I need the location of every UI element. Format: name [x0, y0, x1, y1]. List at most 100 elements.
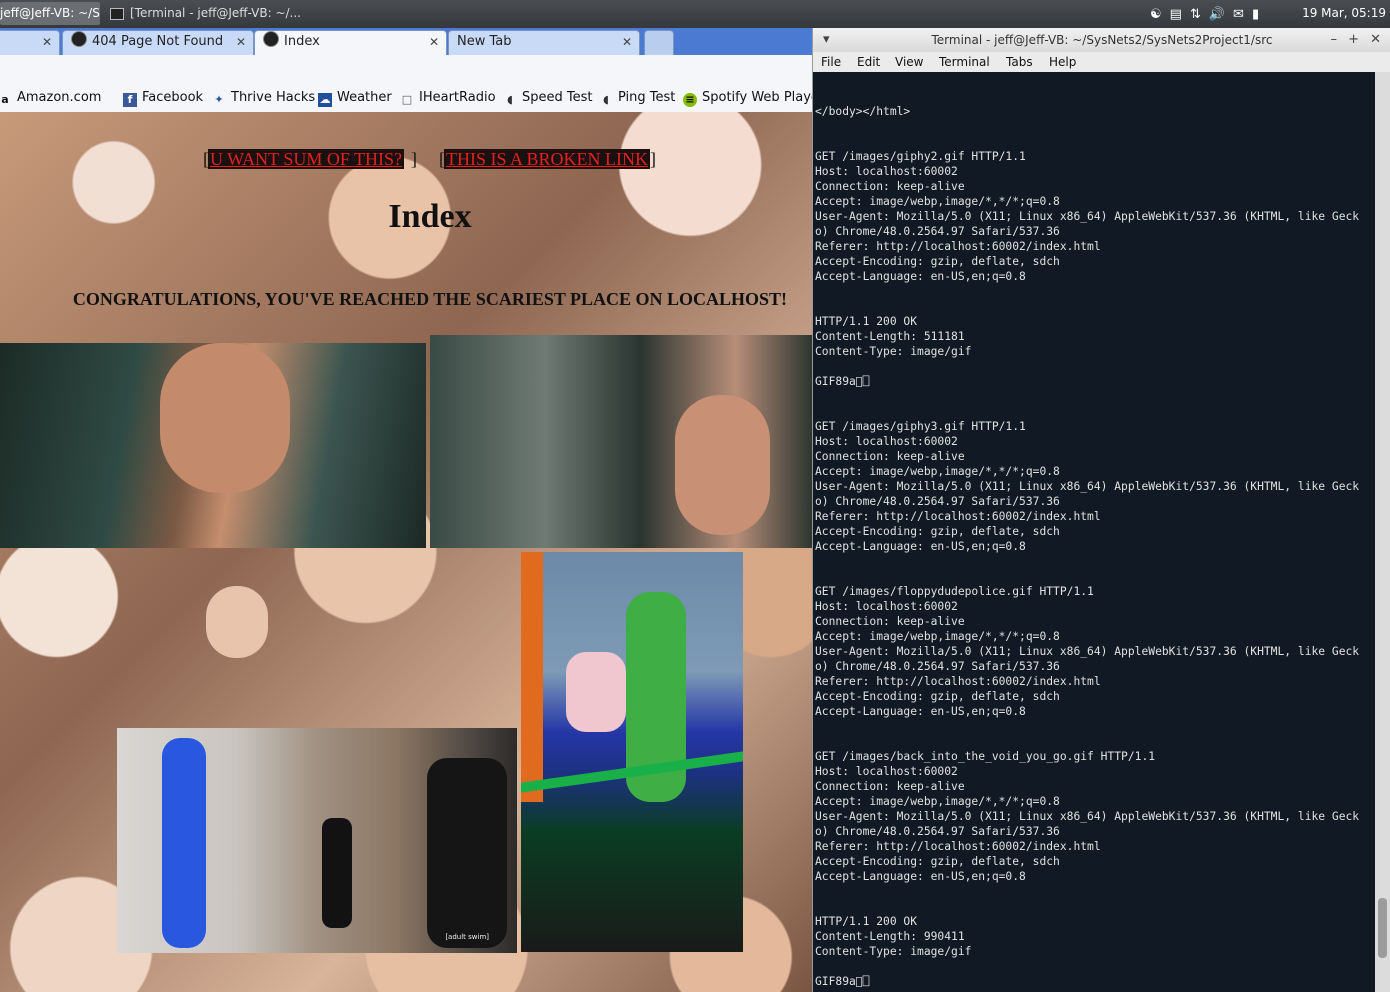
terminal-line: Accept-Encoding: gzip, deflate, sdch: [815, 255, 1060, 268]
thrive-icon: ✦: [214, 93, 224, 106]
facebook-icon: f: [123, 93, 137, 107]
taskbar-item-label: [Terminal - jeff@Jeff-VB: ~/...: [130, 6, 301, 20]
scrollbar-thumb[interactable]: [1378, 898, 1387, 958]
terminal-menubar: File Edit View Terminal Tabs Help: [813, 52, 1390, 72]
bookmark-label: Ping Test: [618, 90, 676, 105]
gauge-icon: ◖: [507, 93, 513, 106]
new-tab-button[interactable]: [644, 30, 674, 55]
gif-watermark: [adult swim]: [445, 933, 489, 941]
tab-label: Index: [284, 34, 320, 49]
terminal-line: GET /images/floppydudepolice.gif HTTP/1.…: [815, 585, 1094, 598]
maximize-icon[interactable]: +: [1348, 28, 1359, 52]
terminal-scrollbar[interactable]: [1375, 72, 1390, 992]
gauge-icon: ◖: [603, 93, 609, 106]
terminal-line: User-Agent: Mozilla/5.0 (X11; Linux x86_…: [815, 210, 1360, 223]
terminal-line: Content-Length: 990411: [815, 930, 965, 943]
bookmark-label: Spotify Web Player: [702, 90, 812, 105]
menu-tabs[interactable]: Tabs: [1006, 52, 1033, 72]
browser-window: ✕ 404 Page Not Found ✕ Index ✕ New Tab ✕…: [0, 28, 812, 992]
tab-partial[interactable]: ✕: [0, 30, 60, 55]
tab-strip: ✕ 404 Page Not Found ✕ Index ✕ New Tab ✕: [0, 28, 812, 55]
close-icon[interactable]: ✕: [236, 31, 246, 53]
bookmark-spotify[interactable]: ≡ Spotify Web Player: [683, 89, 812, 107]
gif-image-floppy-dude-police: [adult swim]: [117, 728, 517, 953]
tab-new[interactable]: New Tab ✕: [448, 30, 640, 55]
link-broken[interactable]: THIS IS A BROKEN LINK: [444, 149, 651, 169]
tube-man-shape: [162, 738, 206, 948]
terminal-line: Accept-Encoding: gzip, deflate, sdch: [815, 855, 1060, 868]
page-links: [ U WANT SUM OF THIS? ] [ THIS IS A BROK…: [0, 149, 812, 171]
terminal-line: GIF89a ⎕: [815, 975, 870, 988]
terminal-line: </body></html>: [815, 105, 911, 118]
terminal-line: Host: localhost:60002: [815, 165, 958, 178]
terminal-line: Connection: keep-alive: [815, 450, 965, 463]
terminal-line: Connection: keep-alive: [815, 180, 965, 193]
terminal-line: o) Chrome/48.0.2564.97 Safari/537.36: [815, 660, 1060, 673]
terminal-line: Accept-Encoding: gzip, deflate, sdch: [815, 525, 1060, 538]
tab-404[interactable]: 404 Page Not Found ✕: [62, 30, 254, 55]
tab-label: 404 Page Not Found: [92, 34, 224, 49]
link-u-want-sum[interactable]: U WANT SUM OF THIS?: [208, 149, 405, 169]
terminal-line: Host: localhost:60002: [815, 600, 958, 613]
bookmarks-bar: a Amazon.com f Facebook ✦ Thrive Hacks ☁ Wea…: [0, 85, 812, 113]
battery-icon[interactable]: ▮: [1252, 7, 1259, 22]
face-shape: [675, 395, 770, 535]
gif-image-trampoline-kids: [521, 552, 743, 952]
system-monitor-icon[interactable]: ▤: [1170, 7, 1182, 22]
bookmark-iheartradio[interactable]: □ IHeartRadio: [400, 89, 496, 107]
terminal-line: Connection: keep-alive: [815, 780, 965, 793]
terminal-line: Accept: image/webp,image/*,*/*;q=0.8: [815, 630, 1060, 643]
gif-image-grinning-man: [0, 343, 426, 548]
bookmark-weather[interactable]: ☁ Weather: [318, 89, 392, 107]
bookmark-speed-test[interactable]: ◖ Speed Test: [503, 89, 592, 107]
menu-help[interactable]: Help: [1049, 52, 1076, 72]
menu-view[interactable]: View: [895, 52, 923, 72]
terminal-line: Referer: http://localhost:60002/index.ht…: [815, 240, 1101, 253]
terminal-line: Referer: http://localhost:60002/index.ht…: [815, 510, 1101, 523]
update-icon[interactable]: ☯: [1150, 7, 1162, 22]
terminal-line: Accept: image/webp,image/*,*/*;q=0.8: [815, 195, 1060, 208]
volume-icon[interactable]: 🔊: [1209, 7, 1225, 22]
terminal-line: Accept-Encoding: gzip, deflate, sdch: [815, 690, 1060, 703]
terminal-line: Accept: image/webp,image/*,*/*;q=0.8: [815, 795, 1060, 808]
clock[interactable]: 19 Mar, 05:19: [1302, 6, 1386, 20]
bookmark-thrive-hacks[interactable]: ✦ Thrive Hacks: [212, 89, 315, 107]
terminal-line: Accept-Language: en-US,en;q=0.8: [815, 705, 1026, 718]
bookmark-label: Speed Test: [522, 90, 593, 105]
minimize-icon[interactable]: –: [1331, 28, 1338, 52]
mail-icon[interactable]: ✉: [1233, 7, 1244, 22]
terminal-line: Referer: http://localhost:60002/index.ht…: [815, 840, 1101, 853]
terminal-line: Content-Length: 511181: [815, 330, 965, 343]
bookmark-ping-test[interactable]: ◖ Ping Test: [599, 89, 675, 107]
network-icon[interactable]: ⇅: [1190, 7, 1201, 22]
terminal-titlebar[interactable]: ▾ Terminal - jeff@Jeff-VB: ~/SysNets2/Sy…: [813, 28, 1390, 52]
spotify-icon: ≡: [683, 93, 697, 107]
menu-file[interactable]: File: [821, 52, 841, 72]
terminal-line: GET /images/giphy3.gif HTTP/1.1: [815, 420, 1026, 433]
pole-shape: [521, 552, 543, 802]
terminal-line: User-Agent: Mozilla/5.0 (X11; Linux x86_…: [815, 480, 1360, 493]
close-icon[interactable]: ✕: [42, 31, 52, 53]
terminal-output[interactable]: </body></html> GET /images/giphy2.gif HT…: [813, 72, 1375, 992]
page-icon: □: [401, 93, 413, 106]
terminal-line: Accept-Language: en-US,en;q=0.8: [815, 870, 1026, 883]
terminal-line: User-Agent: Mozilla/5.0 (X11; Linux x86_…: [815, 645, 1360, 658]
taskbar-item-terminal-1[interactable]: jeff@Jeff-VB: ~/S...: [0, 2, 100, 25]
menu-edit[interactable]: Edit: [857, 52, 880, 72]
terminal-line: Host: localhost:60002: [815, 435, 958, 448]
tab-index[interactable]: Index ✕: [254, 30, 447, 55]
taskbar-item-terminal-2[interactable]: [Terminal - jeff@Jeff-VB: ~/...: [104, 2, 304, 25]
window-menu-icon[interactable]: ▾: [823, 28, 830, 52]
close-icon[interactable]: ✕: [622, 31, 632, 53]
close-icon[interactable]: ✕: [1370, 28, 1381, 52]
bookmark-facebook[interactable]: f Facebook: [123, 89, 203, 107]
amazon-icon: a: [1, 93, 9, 106]
close-icon[interactable]: ✕: [429, 31, 439, 53]
bookmark-label: IHeartRadio: [419, 90, 496, 105]
terminal-line: Content-Type: image/gif: [815, 345, 972, 358]
taskbar-item-label: jeff@Jeff-VB: ~/S...: [0, 6, 100, 20]
menu-terminal[interactable]: Terminal: [939, 52, 990, 72]
bookmark-label: Amazon.com: [17, 90, 102, 105]
bookmark-amazon[interactable]: a Amazon.com: [0, 89, 101, 107]
police-shape: [427, 758, 507, 948]
